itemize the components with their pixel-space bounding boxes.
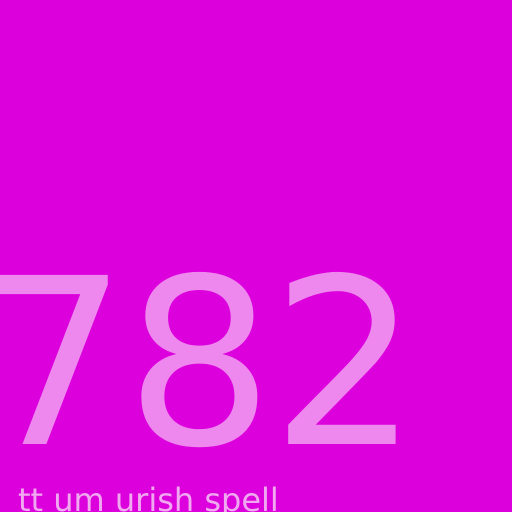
caption-text: tt um urish spell	[18, 481, 279, 512]
big-number-display: 782	[0, 229, 419, 499]
